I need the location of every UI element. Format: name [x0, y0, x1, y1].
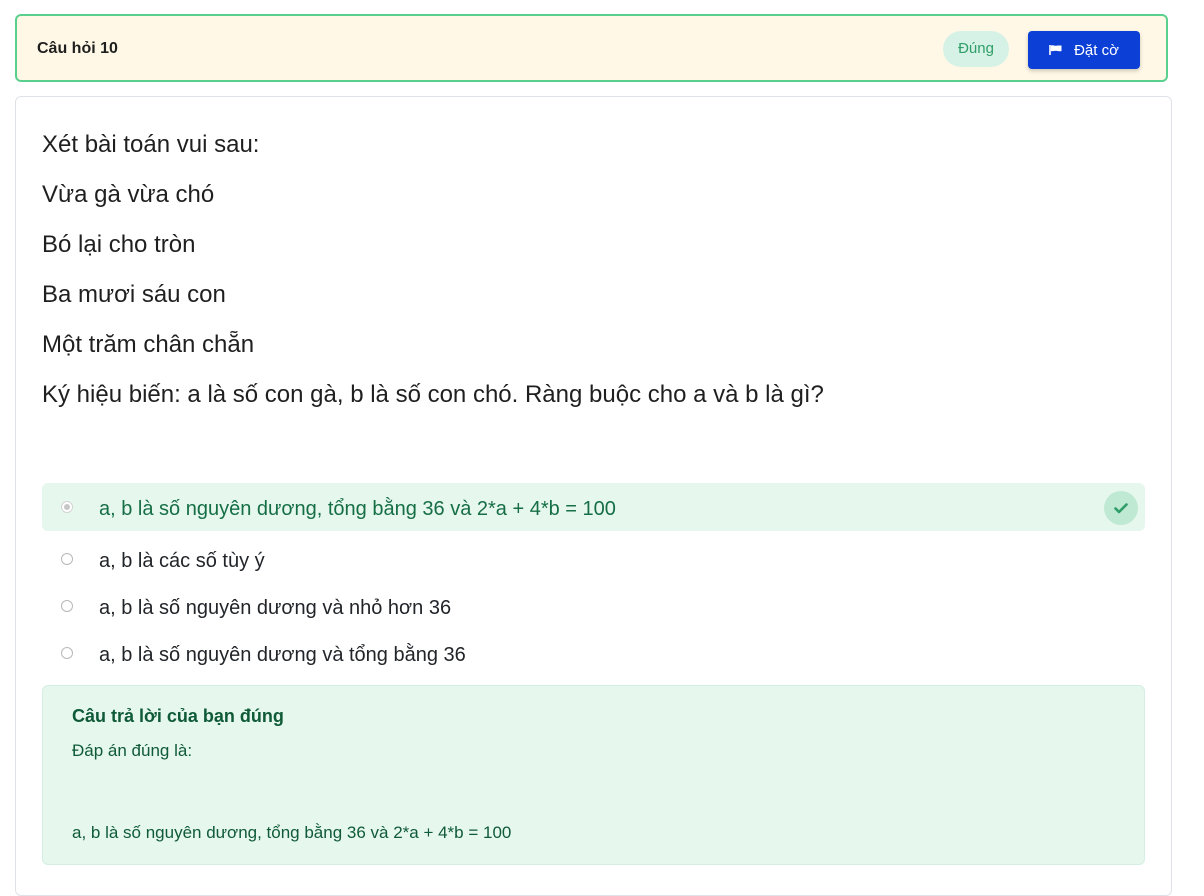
- flag-icon: [1049, 44, 1063, 56]
- option-radio[interactable]: [61, 553, 73, 565]
- question-line: Ký hiệu biến: a là số con gà, b là số co…: [42, 381, 824, 408]
- option-label: a, b là các số tùy ý: [99, 550, 265, 572]
- flag-question-button[interactable]: Đặt cờ: [1028, 31, 1140, 69]
- question-line: Vừa gà vừa chó: [42, 181, 215, 208]
- correct-answer-text: a, b là số nguyên dương, tổng bằng 36 và…: [72, 823, 512, 842]
- question-line: Xét bài toán vui sau:: [42, 131, 260, 158]
- question-line: Ba mươi sáu con: [42, 281, 226, 308]
- option-radio[interactable]: [61, 600, 73, 612]
- question-number-title: Câu hỏi 10: [37, 40, 118, 57]
- feedback-box: Câu trả lời của bạn đúng Đáp án đúng là:…: [42, 685, 1145, 865]
- answer-option[interactable]: a, b là các số tùy ý: [42, 535, 1145, 583]
- question-line: Một trăm chân chẵn: [42, 331, 255, 358]
- feedback-title: Câu trả lời của bạn đúng: [72, 706, 284, 726]
- status-badge: Đúng: [943, 31, 1009, 67]
- answer-option[interactable]: a, b là số nguyên dương và tổng bằng 36: [42, 629, 1145, 677]
- option-label: a, b là số nguyên dương, tổng bằng 36 và…: [99, 498, 616, 520]
- option-label: a, b là số nguyên dương và tổng bằng 36: [99, 644, 466, 666]
- question-card: Xét bài toán vui sau: Vừa gà vừa chó Bó …: [15, 96, 1172, 896]
- option-radio[interactable]: [61, 647, 73, 659]
- correct-answer-label: Đáp án đúng là:: [72, 741, 193, 760]
- check-icon: [1104, 491, 1138, 525]
- question-text: Xét bài toán vui sau: Vừa gà vừa chó Bó …: [42, 125, 824, 425]
- option-radio[interactable]: [61, 501, 73, 513]
- answer-option[interactable]: a, b là số nguyên dương, tổng bằng 36 và…: [42, 483, 1145, 531]
- option-label: a, b là số nguyên dương và nhỏ hơn 36: [99, 597, 452, 619]
- question-header: Câu hỏi 10 Đúng Đặt cờ: [15, 14, 1168, 82]
- answer-option[interactable]: a, b là số nguyên dương và nhỏ hơn 36: [42, 582, 1145, 630]
- flag-button-label: Đặt cờ: [1074, 41, 1119, 59]
- question-line: Bó lại cho tròn: [42, 231, 196, 258]
